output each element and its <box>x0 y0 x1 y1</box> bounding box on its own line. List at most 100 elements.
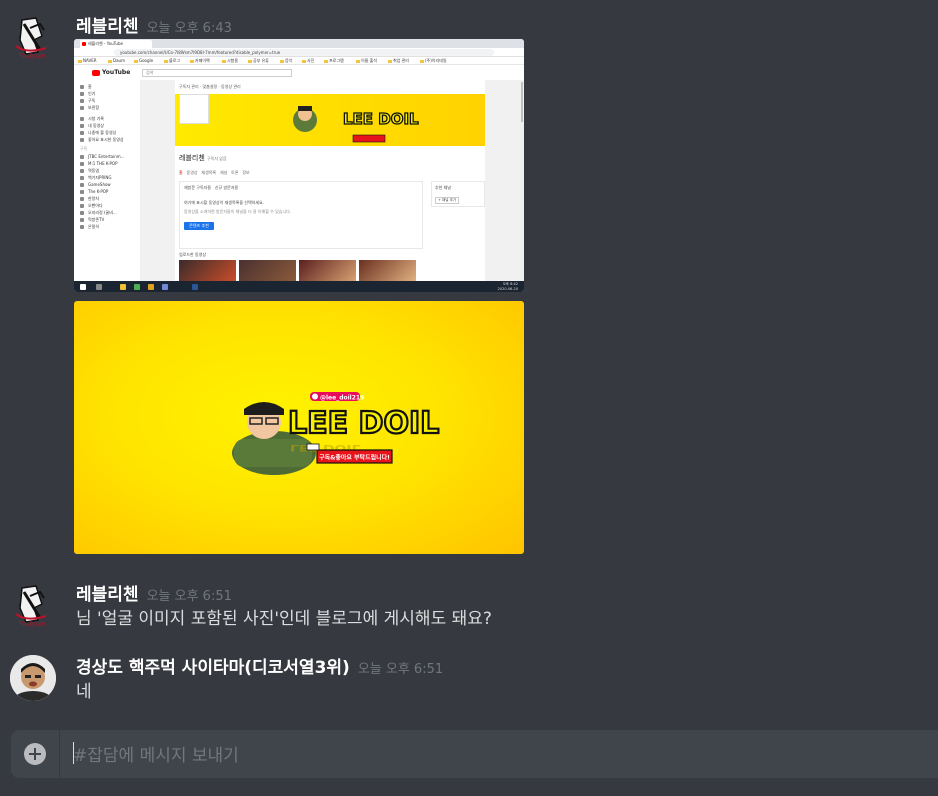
message-group: Revlyzen 레블리첸 오늘 오후 6:43 레블리첸 - YouTube y… <box>0 0 938 560</box>
subscription-item: 먹방존TV <box>80 217 104 223</box>
search-icon <box>96 284 102 290</box>
bookmark-item: 공부 유튜 <box>248 58 269 64</box>
bookmark-item: 시험용 <box>222 58 238 64</box>
channel-banner-mini: LEE DOIL <box>175 94 485 146</box>
avatar[interactable]: Revlyzen <box>10 14 56 60</box>
message-group: 경상도 핵주먹 사이타마(디코서열3위) 오늘 오후 6:51 네 <box>0 646 938 706</box>
folder-icon <box>120 284 126 290</box>
banner-art: LEE DOIL LEE DOIL @lee_doil219 구독&좋아요 부탁… <box>232 392 440 475</box>
message-timestamp: 오늘 오후 6:43 <box>146 21 232 36</box>
message-timestamp: 오늘 오후 6:51 <box>146 589 232 604</box>
youtube-sidebar: 홈 인기 구독 보관함 시청 기록 내 동영상 나중에 볼 동영상 좋아요 표시… <box>74 80 140 281</box>
message-input[interactable]: #잡담에 메시지 보내기 <box>73 741 239 766</box>
youtube-header: YouTube 검색 <box>74 66 524 80</box>
subscription-item: The K-POP <box>80 189 108 194</box>
sidebar-item: 시청 기록 <box>80 116 104 122</box>
bookmark-item: (주)이리데일 <box>420 58 447 64</box>
browser-urlbar: youtube.com/channel/UCo-7I8Wsm7I9D8l-7mm… <box>74 48 524 57</box>
featured-channels-title: 추천 채널 <box>435 185 451 190</box>
banner-mini-art: LEE DOIL <box>293 106 420 143</box>
avatar[interactable]: Revlyzen <box>10 582 56 628</box>
windows-start-icon <box>80 284 86 290</box>
channel-toolbar: 구독자 관리 · 맞춤설정 · 동영상 관리 <box>179 84 241 89</box>
author-logo-icon: Revlyzen <box>10 14 56 60</box>
bookmark-item: NAVER <box>78 58 97 63</box>
author-name[interactable]: 경상도 핵주먹 사이타마(디코서열3위) <box>76 658 350 678</box>
youtube-play-icon <box>92 70 100 76</box>
youtube-main: 구독자 관리 · 맞춤설정 · 동영상 관리 LEE DOIL 레블리첸 구독자… <box>140 80 524 281</box>
bookmark-item: 프로그램 <box>324 58 344 64</box>
taskbar-clock: 오후 6:42 2020-06-20 <box>497 282 518 291</box>
svg-text:Revlyzen: Revlyzen <box>17 53 45 60</box>
author-logo-icon: Revlyzen <box>10 582 56 628</box>
box-button: 콘텐츠 추천 <box>184 222 214 230</box>
bookmark-item: Google <box>134 58 153 63</box>
screenshot-attachment[interactable]: 레블리첸 - YouTube youtube.com/channel/UCo-7… <box>74 39 524 292</box>
sidebar-item: 보관함 <box>80 105 99 111</box>
sidebar-item: 홈 <box>80 84 92 90</box>
message-author[interactable]: 경상도 핵주먹 사이타마(디코서열3위) 오늘 오후 6:51 <box>76 653 443 678</box>
sidebar-heading: 구독 <box>80 146 88 151</box>
channel-tabs: 홈 동영상 재생목록 채널 토론 정보 <box>179 170 250 175</box>
bookmark-item: 취업 관리 <box>388 58 409 64</box>
windows-taskbar: 오후 6:42 2020-06-20 <box>74 281 524 292</box>
message-text: 님 '얼굴 이미지 포함된 사진'인데 블로그에 게시해도 돼요? <box>76 609 492 629</box>
browser-url: youtube.com/channel/UCo-7I8Wsm7I9D8l-7mm… <box>114 49 494 56</box>
channel-featured-box: 재방문 구독자용 신규 방문자용 여기에 표시할 동영상이 재생목록을 선택하세… <box>179 181 423 249</box>
video-thumbnail <box>299 260 356 281</box>
browser-tab: 레블리첸 - YouTube <box>80 40 152 48</box>
channel-page: 구독자 관리 · 맞춤설정 · 동영상 관리 LEE DOIL 레블리첸 구독자… <box>175 80 485 281</box>
message-group: Revlyzen 레블리첸 오늘 오후 6:51 님 '얼굴 이미지 포함된 사진… <box>0 572 938 632</box>
subscription-item: 오빤아다 <box>80 203 103 209</box>
message-author[interactable]: 레블리첸 오늘 오후 6:51 <box>76 580 232 605</box>
message-text: 네 <box>76 682 92 702</box>
subscription-item: 오지리정 (꿀비... <box>80 210 117 216</box>
bookmark-item: 사진 <box>302 58 314 64</box>
bookmark-item: 카페이팩 <box>190 58 210 64</box>
sidebar-item: 좋아요 표시한 동영상 <box>80 137 124 143</box>
youtube-search: 검색 <box>142 69 292 77</box>
banner-subscribe-text: 구독&좋아요 부탁드립니다! <box>319 454 390 462</box>
box-tabs: 재방문 구독자용 신규 방문자용 <box>184 185 239 190</box>
subscription-item: GameShow <box>80 182 111 187</box>
app-icon <box>148 284 154 290</box>
banner-mini-logo: LEE DOIL <box>343 110 419 128</box>
channel-avatar <box>179 94 209 124</box>
banner-logo-text: LEE DOIL <box>288 406 439 441</box>
bookmark-item: Daum <box>108 58 125 63</box>
browser-scrollbar <box>520 80 524 281</box>
message-author[interactable]: 레블리첸 오늘 오후 6:43 <box>76 12 232 37</box>
message-composer: #잡담에 메시지 보내기 <box>11 730 938 778</box>
bookmark-item: 음악 <box>280 58 292 64</box>
video-thumbnail <box>179 260 236 281</box>
channel-name: 레블리첸 구독자 없음 <box>179 154 227 162</box>
svg-text:Revlyzen: Revlyzen <box>17 621 45 628</box>
author-name[interactable]: 레블리첸 <box>76 585 139 605</box>
author-name[interactable]: 레블리첸 <box>76 17 139 37</box>
featured-channels-box: 추천 채널 + 채널 추가 <box>431 181 485 207</box>
add-attachment-button[interactable] <box>24 743 46 765</box>
box-text: 여기에 표시할 동영상이 재생목록을 선택하세요. <box>184 200 264 205</box>
subscription-item: JTBC Entertainm... <box>80 154 124 159</box>
subscription-item: M:1 THE K-POP <box>80 161 117 166</box>
photoshop-icon <box>192 284 198 290</box>
sidebar-item: 내 동영상 <box>80 123 104 129</box>
banner-handle: @lee_doil219 <box>320 395 364 402</box>
message-timestamp: 오늘 오후 6:51 <box>357 662 444 677</box>
subscription-item: 은밀히 <box>80 224 99 230</box>
bookmark-item: 블로그 <box>164 58 180 64</box>
composer-divider <box>59 730 60 778</box>
browser-titlebar: 레블리첸 - YouTube <box>74 39 524 48</box>
discord-icon <box>162 284 168 290</box>
avatar[interactable] <box>10 655 56 701</box>
user-photo-icon <box>10 655 56 701</box>
bookmarks-bar: NAVER Daum Google 블로그 카페이팩 시험용 공부 유튜 음악 … <box>74 57 524 65</box>
subscription-item: 백가지PRING <box>80 175 112 181</box>
uploads-label: 업로드한 동영상 <box>179 252 207 257</box>
chrome-icon <box>134 284 140 290</box>
box-subtext: 동영상을 소개하면 방문자들이 채널을 더 잘 이해할 수 있습니다. <box>184 209 292 214</box>
youtube-logo: YouTube <box>102 69 131 76</box>
banner-image-attachment[interactable]: LEE DOIL LEE DOIL @lee_doil219 구독&좋아요 부탁… <box>74 301 524 554</box>
bookmark-item: 이름 출석 <box>356 58 377 64</box>
video-thumbnail <box>239 260 296 281</box>
